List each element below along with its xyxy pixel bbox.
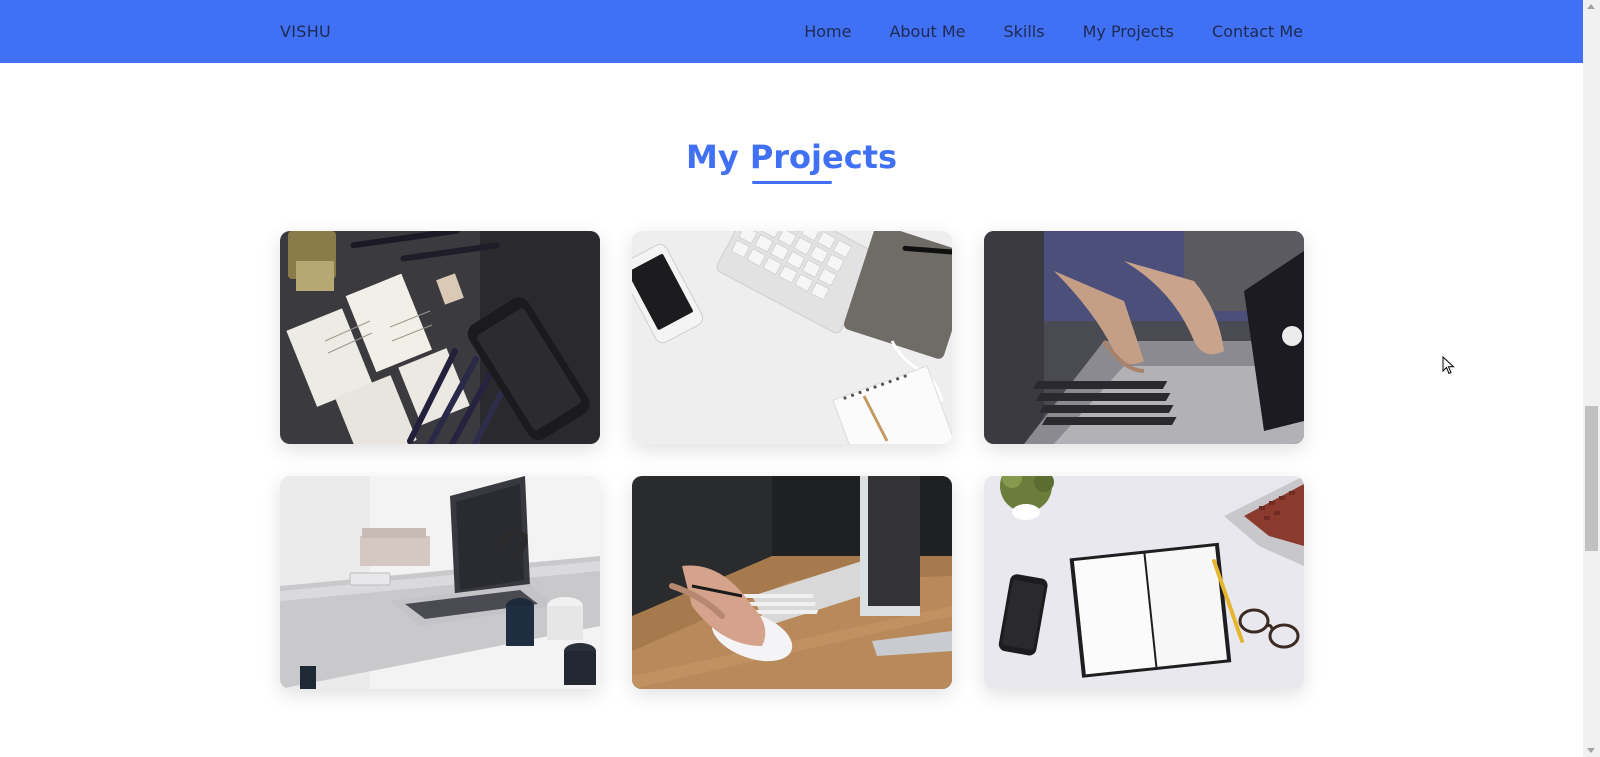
- project-card-5[interactable]: [632, 476, 952, 689]
- nav-link-about-me[interactable]: About Me: [889, 22, 965, 41]
- project-image-notebook-flatlay: [984, 476, 1304, 689]
- scroll-down-arrow-icon[interactable]: [1587, 748, 1595, 753]
- nav-links: Home About Me Skills My Projects Contact…: [804, 22, 1303, 41]
- brand-logo[interactable]: VISHU: [280, 22, 331, 41]
- section-title: My Projects: [685, 138, 898, 176]
- scrollbar-thumb[interactable]: [1585, 406, 1598, 551]
- project-card-2[interactable]: [632, 231, 952, 444]
- title-underline: [752, 181, 832, 184]
- mouse-cursor-icon: [1442, 356, 1455, 375]
- scroll-up-arrow-icon[interactable]: [1587, 4, 1595, 9]
- project-card-1[interactable]: [280, 231, 600, 444]
- project-image-sketches: [280, 231, 600, 444]
- project-image-hand-mouse: [632, 476, 952, 689]
- navbar: VISHU Home About Me Skills My Projects C…: [0, 0, 1583, 63]
- nav-link-home[interactable]: Home: [804, 22, 851, 41]
- nav-link-contact-me[interactable]: Contact Me: [1212, 22, 1303, 41]
- project-card-6[interactable]: [984, 476, 1304, 689]
- project-card-4[interactable]: [280, 476, 600, 689]
- project-image-laptop-desk: [280, 476, 600, 689]
- nav-link-my-projects[interactable]: My Projects: [1083, 22, 1174, 41]
- nav-link-skills[interactable]: Skills: [1003, 22, 1044, 41]
- scrollbar[interactable]: [1583, 0, 1600, 757]
- project-image-typing-laptop: [984, 231, 1304, 444]
- project-image-keyboard-flatlay: [632, 231, 952, 444]
- project-card-3[interactable]: [984, 231, 1304, 444]
- projects-grid: [280, 231, 1304, 689]
